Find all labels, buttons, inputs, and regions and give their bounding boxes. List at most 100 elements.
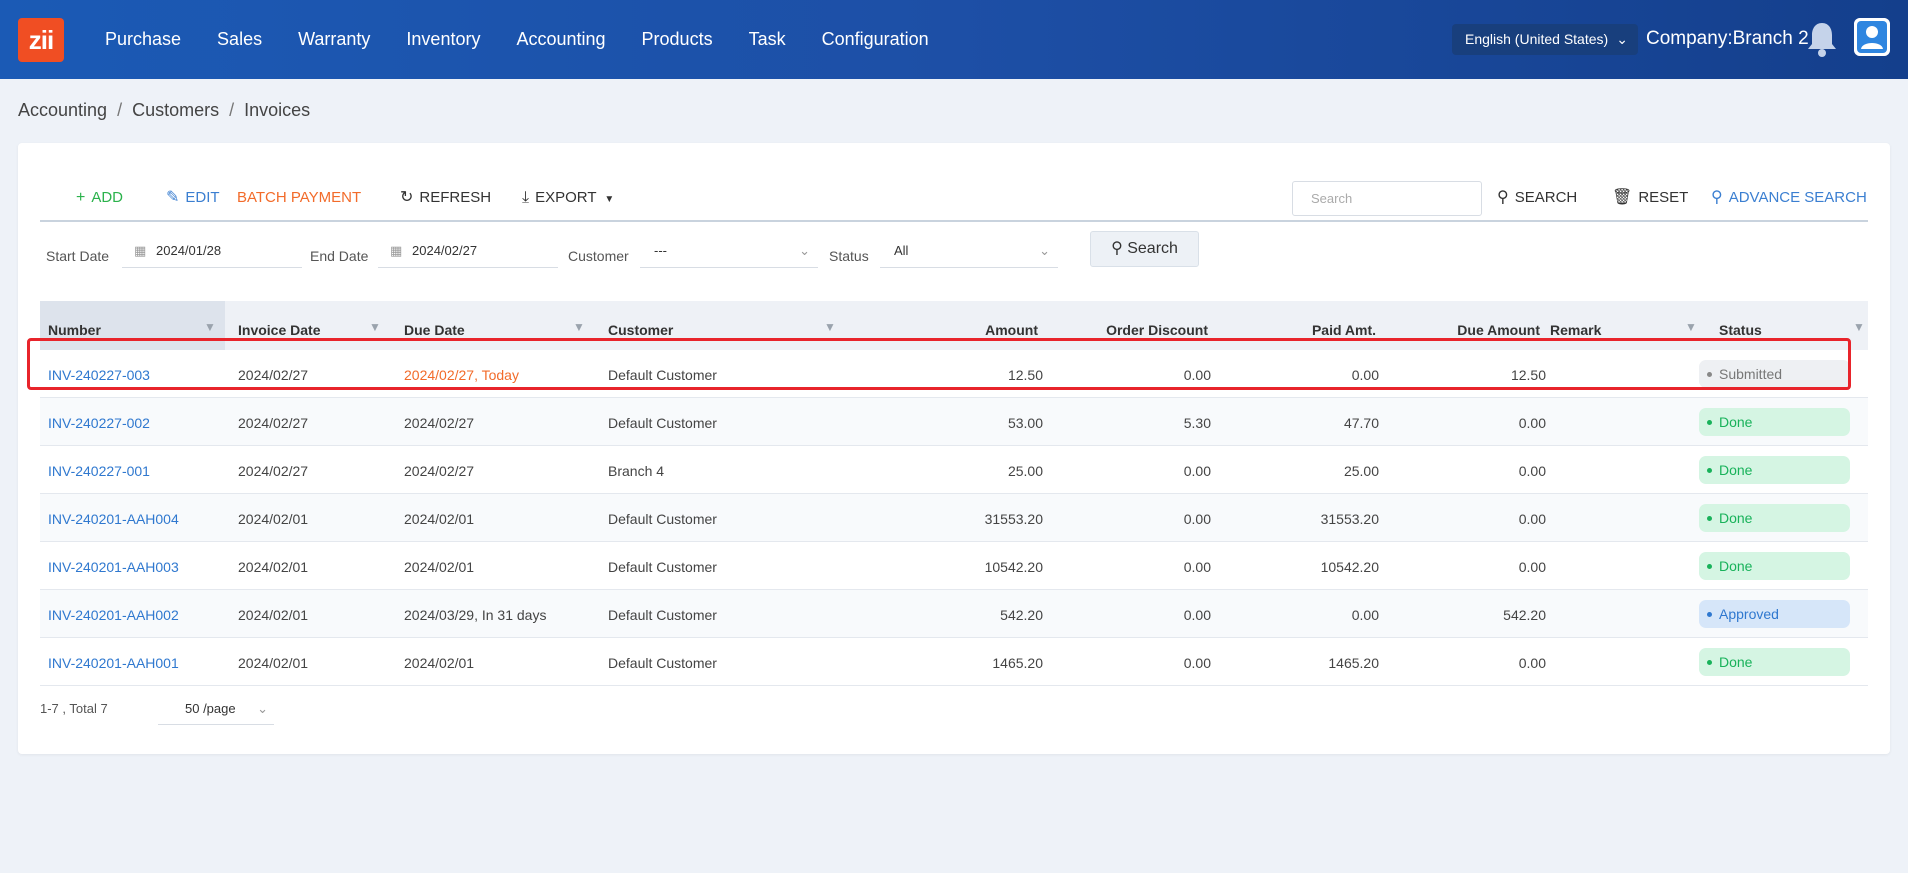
filter-icon[interactable]: ▼ — [369, 320, 381, 334]
invoice-number-link[interactable]: INV-240201-AAH004 — [48, 511, 179, 527]
nav-item-warranty[interactable]: Warranty — [298, 29, 370, 50]
customer-value: --- — [654, 243, 667, 258]
status-dot — [1707, 468, 1712, 473]
nav-item-inventory[interactable]: Inventory — [406, 29, 480, 50]
nav-item-products[interactable]: Products — [642, 29, 713, 50]
pagination: 1-7 , Total 7 50 /page ⌄ — [40, 701, 274, 725]
col-amount[interactable]: Amount — [944, 322, 1038, 338]
nav-item-task[interactable]: Task — [749, 29, 786, 50]
due-amount: 0.00 — [1518, 559, 1546, 575]
customer-select[interactable]: --- ⌄ — [640, 236, 818, 268]
status-dot — [1707, 420, 1712, 425]
filter-icon[interactable]: ▼ — [1685, 320, 1697, 334]
start-date-label: Start Date — [46, 248, 110, 264]
invoice-date: 2024/02/27 — [238, 367, 309, 383]
invoice-date: 2024/02/27 — [238, 463, 309, 479]
due-date: 2024/02/27 — [404, 415, 475, 431]
amount: 10542.20 — [984, 559, 1043, 575]
table-row[interactable]: INV-240227-001 2024/02/27 2024/02/27 Bra… — [40, 446, 1868, 494]
reset-button[interactable]: 🗑 RESET — [1612, 180, 1688, 216]
table-row[interactable]: INV-240201-AAH004 2024/02/01 2024/02/01 … — [40, 494, 1868, 542]
plus-icon: + — [76, 189, 86, 206]
table-row[interactable]: INV-240201-AAH001 2024/02/01 2024/02/01 … — [40, 638, 1868, 686]
order-discount: 0.00 — [1183, 559, 1211, 575]
bell-icon[interactable] — [1804, 20, 1840, 58]
start-date-value: 2024/01/28 — [156, 243, 222, 258]
company-name[interactable]: Company:Branch 2 — [1646, 28, 1809, 50]
breadcrumb-invoices: Invoices — [244, 100, 311, 120]
status-label: Status — [829, 248, 869, 264]
nav-item-purchase[interactable]: Purchase — [105, 29, 181, 50]
invoice-number-link[interactable]: INV-240201-AAH003 — [48, 559, 179, 575]
status-text: Approved — [1719, 606, 1779, 622]
filter-icon[interactable]: ▼ — [204, 320, 216, 334]
filter-icon[interactable]: ▼ — [1853, 320, 1865, 334]
filter-search-button[interactable]: ⚲ Search — [1090, 231, 1199, 267]
status-text: Done — [1719, 558, 1753, 574]
invoice-number-link[interactable]: INV-240227-001 — [48, 463, 150, 479]
user-avatar-icon[interactable] — [1854, 18, 1890, 56]
search-button[interactable]: ⚲ SEARCH — [1497, 180, 1577, 216]
language-select[interactable]: English (United States) ⌄ — [1452, 24, 1638, 55]
chevron-down-icon: ⌄ — [1039, 243, 1050, 258]
filter-icon[interactable]: ▼ — [824, 320, 836, 334]
col-remark[interactable]: Remark — [1550, 322, 1601, 338]
table-row[interactable]: INV-240227-003 2024/02/27 2024/02/27, To… — [40, 350, 1868, 398]
search-label: SEARCH — [1514, 189, 1578, 206]
customer: Default Customer — [608, 655, 717, 671]
table-row[interactable]: INV-240201-AAH003 2024/02/01 2024/02/01 … — [40, 542, 1868, 590]
page-size-select[interactable]: 50 /page ⌄ — [158, 692, 274, 725]
start-date-field[interactable]: ▦ 2024/01/28 — [122, 236, 302, 268]
filter-search-label: Search — [1127, 240, 1178, 257]
nav-item-sales[interactable]: Sales — [217, 29, 262, 50]
col-status[interactable]: Status — [1719, 322, 1762, 338]
calendar-icon: ▦ — [134, 243, 147, 258]
customer: Default Customer — [608, 415, 717, 431]
invoice-number-link[interactable]: INV-240201-AAH002 — [48, 607, 179, 623]
invoice-number-link[interactable]: INV-240227-003 — [48, 367, 150, 383]
status-badge: Done — [1699, 504, 1850, 532]
due-date: 2024/02/01 — [404, 559, 475, 575]
add-button[interactable]: + ADD — [76, 180, 123, 216]
col-paid-amt[interactable]: Paid Amt. — [1240, 322, 1376, 338]
col-customer[interactable]: Customer — [608, 322, 673, 338]
amount: 542.20 — [1000, 607, 1043, 623]
nav-item-configuration[interactable]: Configuration — [822, 29, 929, 50]
breadcrumb: Accounting / Customers / Invoices — [18, 100, 310, 121]
col-number[interactable]: Number — [48, 322, 101, 338]
customer: Default Customer — [608, 367, 717, 383]
end-date-field[interactable]: ▦ 2024/02/27 — [378, 236, 558, 268]
due-amount: 0.00 — [1518, 511, 1546, 527]
invoice-number-link[interactable]: INV-240201-AAH001 — [48, 655, 179, 671]
status-value: All — [894, 243, 909, 258]
edit-button[interactable]: ✎ EDIT — [166, 180, 220, 216]
breadcrumb-customers[interactable]: Customers — [132, 100, 219, 121]
export-button[interactable]: ⤓ EXPORT ▼ — [522, 180, 614, 216]
page-size-value: 50 /page — [185, 701, 236, 716]
col-due-amount[interactable]: Due Amount — [1400, 322, 1540, 338]
batch-payment-button[interactable]: BATCH PAYMENT — [237, 180, 361, 216]
nav-item-accounting[interactable]: Accounting — [516, 29, 605, 50]
advance-search-button[interactable]: ⚲ ADVANCE SEARCH — [1711, 180, 1867, 216]
refresh-button[interactable]: ↻ REFRESH — [400, 180, 491, 216]
status-select[interactable]: All ⌄ — [880, 236, 1058, 268]
invoice-number-link[interactable]: INV-240227-002 — [48, 415, 150, 431]
table-row[interactable]: INV-240227-002 2024/02/27 2024/02/27 Def… — [40, 398, 1868, 446]
breadcrumb-accounting[interactable]: Accounting — [18, 100, 107, 121]
export-label: EXPORT — [535, 189, 597, 206]
paid-amt: 25.00 — [1343, 463, 1379, 479]
table-row[interactable]: INV-240201-AAH002 2024/02/01 2024/03/29,… — [40, 590, 1868, 638]
col-due-date[interactable]: Due Date — [404, 322, 465, 338]
invoice-card: + ADD ✎ EDIT BATCH PAYMENT ↻ REFRESH ⤓ EXPOR… — [18, 143, 1890, 754]
due-date: 2024/02/27 — [404, 463, 475, 479]
due-date: 2024/02/27, Today — [404, 367, 519, 383]
search-input[interactable]: Search — [1292, 181, 1482, 216]
filter-icon[interactable]: ▼ — [573, 320, 585, 334]
zii-logo[interactable]: zii — [18, 18, 64, 62]
order-discount: 5.30 — [1183, 415, 1211, 431]
col-order-discount[interactable]: Order Discount — [1060, 322, 1208, 338]
col-invoice-date[interactable]: Invoice Date — [238, 322, 320, 338]
due-date: 2024/03/29, In 31 days — [404, 607, 547, 623]
status-dot — [1707, 612, 1712, 617]
filter-bar: Start Date ▦ 2024/01/28 End Date ▦ 2024/… — [40, 231, 1868, 281]
